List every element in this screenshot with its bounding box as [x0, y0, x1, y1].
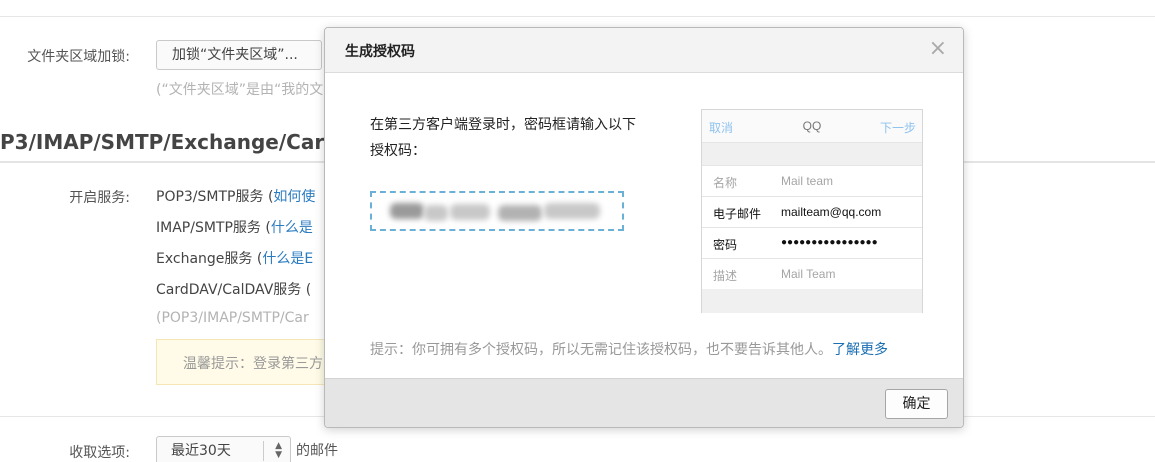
phone-row-value: mailteam@qq.com — [781, 205, 882, 219]
phone-row-value: ●●●●●●●●●●●●●●●● — [781, 237, 878, 248]
auth-code-box[interactable] — [370, 191, 624, 231]
phone-row-description: 描述 Mail Team — [702, 259, 922, 290]
phone-row-key: 电子邮件 — [713, 207, 762, 221]
phone-row-value: Mail Team — [781, 267, 836, 281]
phone-row-key: 名称 — [713, 176, 738, 190]
phone-spacer — [702, 142, 922, 166]
select-value: 最近30天 — [171, 443, 231, 459]
services-hint: (POP3/IMAP/SMTP/Car — [156, 310, 309, 326]
blurred-code-segment — [390, 203, 424, 219]
blurred-code-segment — [544, 203, 600, 219]
enable-service-label: 开启服务: — [69, 190, 130, 206]
service-imap: IMAP/SMTP服务 (什么是 — [156, 217, 313, 237]
service-name: POP3/SMTP服务 ( — [156, 189, 274, 205]
warm-tip-text: 温馨提示：登录第三方 — [183, 356, 323, 372]
dialog-footer: 确定 — [325, 378, 963, 427]
folder-lock-hint: (“文件夹区域”是由“我的文 — [156, 82, 324, 98]
tip-text: 提示：你可拥有多个授权码，所以无需记住该授权码，也不要告诉其他人。 — [370, 342, 832, 358]
service-name: Exchange服务 ( — [156, 251, 263, 267]
phone-row-key: 密码 — [713, 238, 738, 252]
phone-row-password: 密码 ●●●●●●●●●●●●●●●● — [702, 228, 922, 259]
phone-row-value: Mail team — [781, 174, 834, 188]
phone-row-key: 描述 — [713, 269, 738, 283]
instruction-text: 在第三方客户端登录时，密码框请输入以下 授权码： — [370, 112, 670, 164]
close-icon[interactable]: × — [929, 37, 947, 61]
phone-nav-bar: QQ 取消 下一步 — [702, 110, 922, 142]
dialog-header: 生成授权码 × — [325, 28, 963, 73]
blurred-code-segment — [424, 205, 448, 221]
phone-row-email: 电子邮件 mailteam@qq.com — [702, 197, 922, 228]
phone-cancel: 取消 — [709, 121, 734, 135]
blurred-code-segment — [450, 204, 490, 220]
dialog-title: 生成授权码 — [345, 44, 415, 60]
top-divider — [0, 16, 1155, 17]
service-name: IMAP/SMTP服务 ( — [156, 220, 271, 236]
service-help-link[interactable]: 什么是 — [271, 220, 313, 236]
receive-range-select[interactable]: 最近30天 ▲ ▼ — [156, 436, 291, 462]
select-separator — [263, 441, 264, 461]
learn-more-link[interactable]: 了解更多 — [832, 342, 888, 358]
service-help-link[interactable]: 如何使 — [273, 189, 315, 205]
phone-next: 下一步 — [879, 121, 916, 135]
dialog-tip: 提示：你可拥有多个授权码，所以无需记住该授权码，也不要告诉其他人。了解更多 — [370, 339, 888, 359]
confirm-button[interactable]: 确定 — [885, 389, 948, 419]
updown-arrow-icon: ▲ ▼ — [275, 441, 282, 460]
auth-code-dialog: 生成授权码 × 在第三方客户端登录时，密码框请输入以下 授权码： QQ 取消 下… — [324, 27, 964, 428]
folder-lock-label: 文件夹区域加锁: — [27, 49, 130, 65]
service-help-link[interactable]: 什么是E — [262, 251, 313, 267]
protocol-section-title: P3/IMAP/SMTP/Exchange/CardD — [0, 130, 356, 154]
service-pop3: POP3/SMTP服务 (如何使 — [156, 186, 315, 206]
phone-row-name: 名称 Mail team — [702, 166, 922, 197]
service-carddav: CardDAV/CalDAV服务 ( — [156, 279, 311, 299]
receive-option-label: 收取选项: — [69, 445, 130, 461]
receive-suffix: 的邮件 — [296, 443, 338, 459]
instruction-line-2: 授权码： — [370, 143, 426, 159]
folder-lock-button[interactable]: 加锁“文件夹区域”... — [156, 40, 322, 70]
phone-bottom-space — [702, 289, 922, 313]
phone-setup-illustration: QQ 取消 下一步 名称 Mail team 电子邮件 mailteam@qq.… — [701, 109, 923, 313]
service-name: CardDAV/CalDAV服务 ( — [156, 282, 312, 298]
blurred-code-segment — [498, 205, 542, 221]
instruction-line-1: 在第三方客户端登录时，密码框请输入以下 — [370, 117, 636, 133]
service-exchange: Exchange服务 (什么是E — [156, 248, 313, 268]
